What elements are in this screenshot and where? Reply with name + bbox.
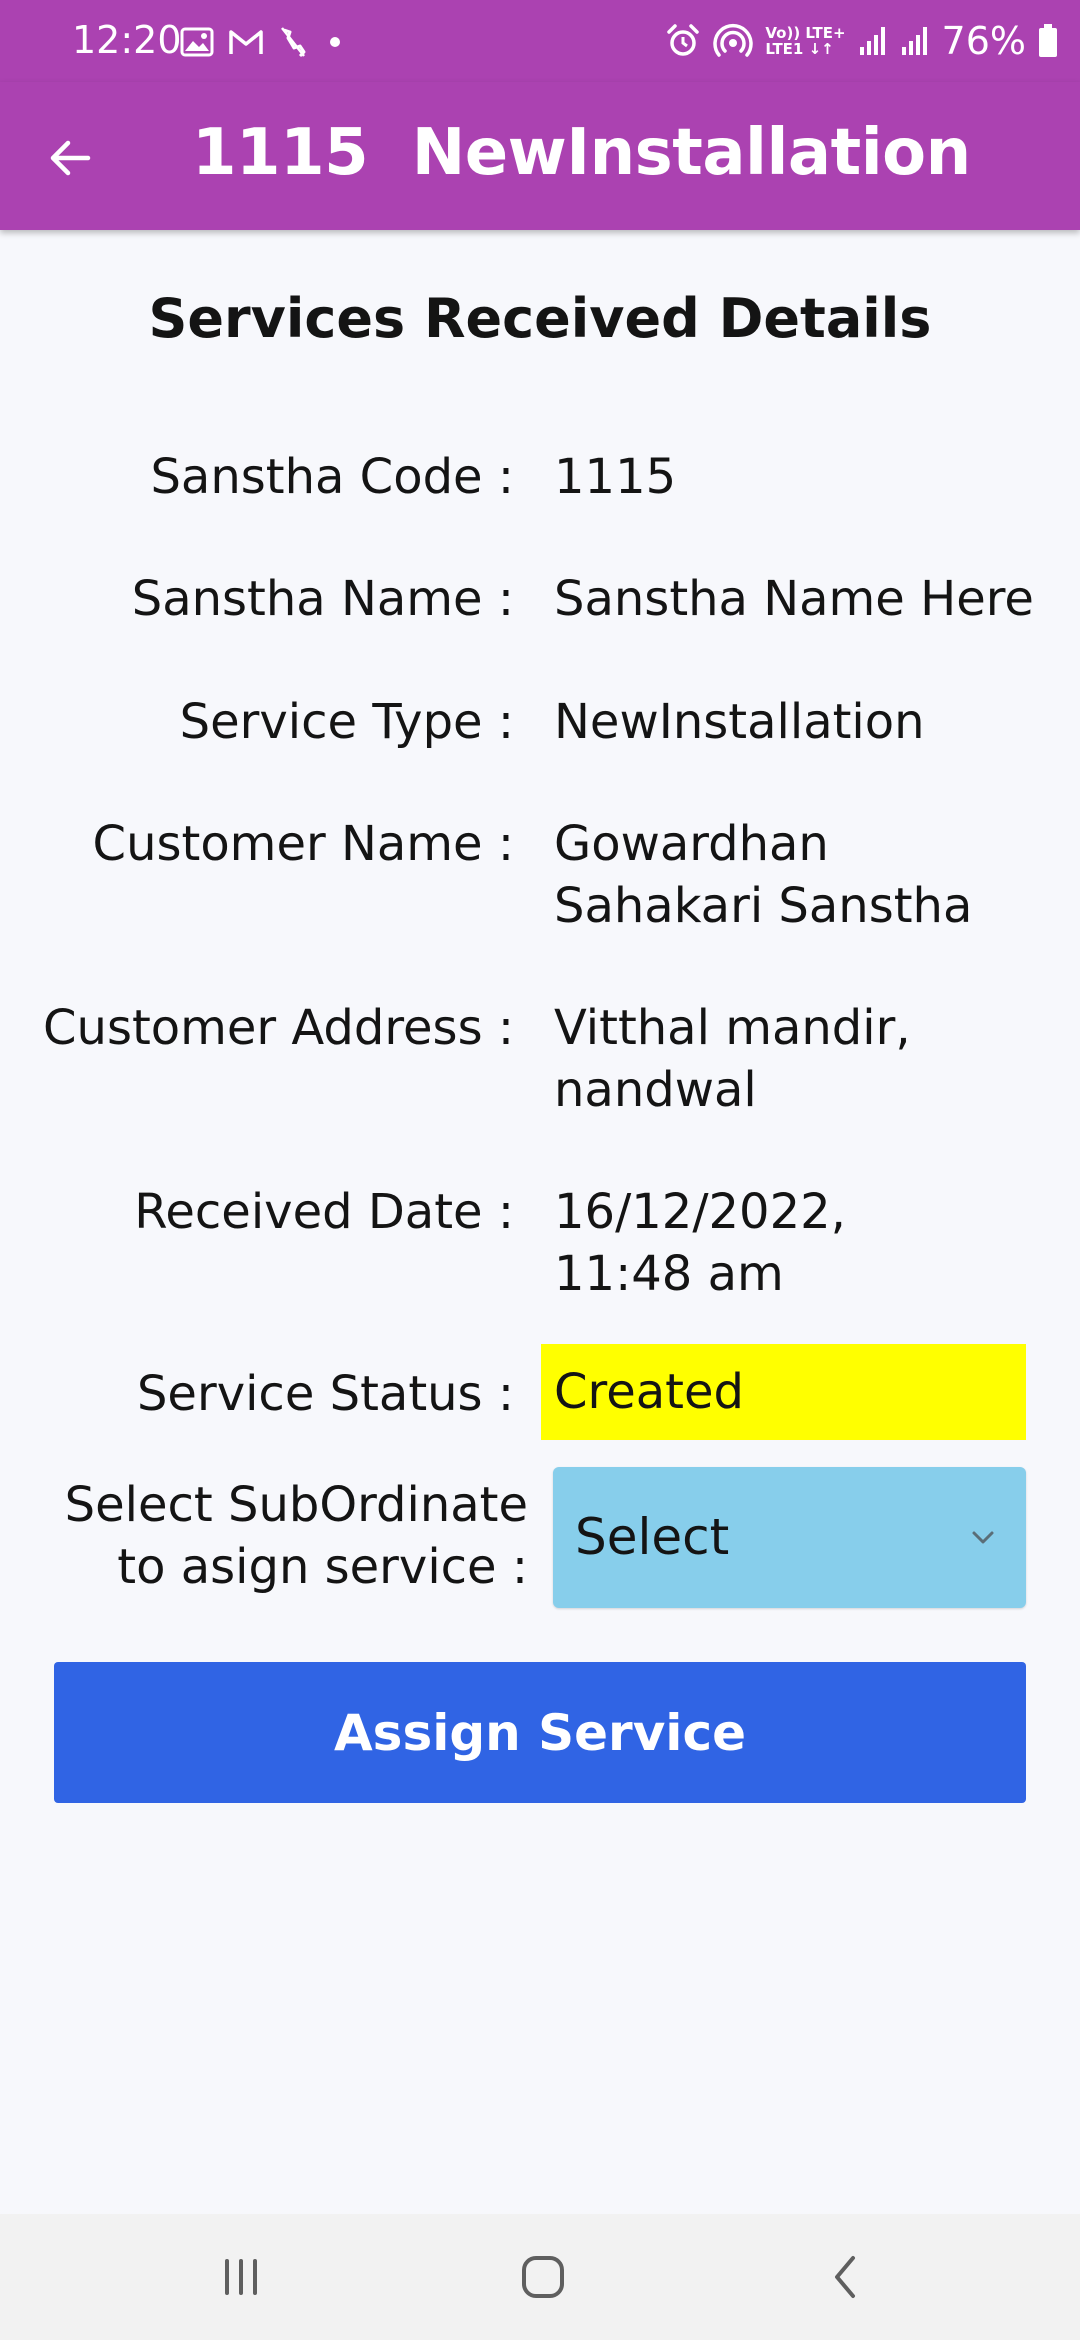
detail-value: Vitthal mandir, nandwal bbox=[554, 1000, 911, 1118]
detail-label: Service Type : bbox=[179, 694, 514, 750]
detail-value: Gowardhan Sahakari Sanstha bbox=[554, 816, 973, 934]
back-button[interactable] bbox=[30, 118, 110, 198]
notification-dot-icon bbox=[330, 37, 340, 47]
detail-label: Customer Address : bbox=[43, 1000, 514, 1056]
status-right-icons: Vo)) LTE+ LTE1 ↓↑ 76% bbox=[665, 18, 1058, 64]
signal-2-icon bbox=[901, 27, 927, 55]
recent-apps-icon bbox=[225, 2259, 257, 2295]
home-button[interactable] bbox=[503, 2242, 583, 2312]
detail-label: Customer Name : bbox=[92, 816, 514, 872]
detail-value: 1115 bbox=[554, 449, 677, 505]
subordinate-label-line1: Select SubOrdinate bbox=[64, 1477, 528, 1533]
signal-1-icon bbox=[859, 27, 885, 55]
app-bar: 1115 NewInstallation bbox=[0, 82, 1080, 230]
subordinate-label: Select SubOrdinate to asign service : bbox=[8, 1474, 528, 1598]
detail-label: Sanstha Name : bbox=[131, 571, 514, 627]
detail-value: Sanstha Name Here bbox=[554, 571, 1034, 627]
gmail-icon bbox=[229, 30, 263, 54]
status-badge: Created bbox=[541, 1344, 1026, 1440]
detail-label: Sanstha Code : bbox=[150, 449, 514, 505]
chevron-down-icon bbox=[972, 1531, 994, 1544]
battery-percentage: 76% bbox=[941, 19, 1026, 63]
navigation-bar bbox=[0, 2214, 1080, 2340]
call-muted-icon bbox=[281, 27, 306, 58]
detail-value: NewInstallation bbox=[554, 694, 925, 750]
status-left-icons bbox=[180, 20, 340, 64]
gallery-icon bbox=[180, 27, 214, 57]
assign-service-button[interactable]: Assign Service bbox=[54, 1662, 1026, 1803]
subordinate-dropdown[interactable]: Select bbox=[553, 1467, 1026, 1608]
hotspot-icon bbox=[713, 24, 754, 57]
app-title: 1115 NewInstallation bbox=[192, 116, 971, 190]
detail-label: Service Status : bbox=[136, 1366, 514, 1422]
page-title: Services Received Details bbox=[148, 287, 932, 350]
status-time: 12:20 bbox=[72, 18, 182, 62]
recent-apps-button[interactable] bbox=[201, 2242, 281, 2312]
alarm-icon bbox=[667, 24, 700, 56]
lte-top-label: Vo)) LTE+ bbox=[765, 24, 846, 42]
arrow-left-icon bbox=[50, 140, 91, 176]
battery-icon bbox=[1039, 24, 1057, 57]
lte-bottom-label: LTE1 ↓↑ bbox=[765, 40, 834, 58]
status-bar: 12:20 Vo)) LTE+ LTE1 ↓↑ 76% bbox=[0, 0, 1080, 82]
lte-indicator: Vo)) LTE+ LTE1 ↓↑ bbox=[765, 25, 845, 57]
back-nav-icon bbox=[835, 2256, 855, 2298]
detail-label: Received Date : bbox=[134, 1184, 514, 1240]
dropdown-selected-value: Select bbox=[575, 1508, 730, 1566]
back-nav-button[interactable] bbox=[805, 2242, 885, 2312]
subordinate-label-line2: to asign service : bbox=[117, 1539, 528, 1595]
detail-value: 16/12/2022, 11:48 am bbox=[554, 1184, 846, 1302]
home-icon bbox=[522, 2256, 564, 2298]
